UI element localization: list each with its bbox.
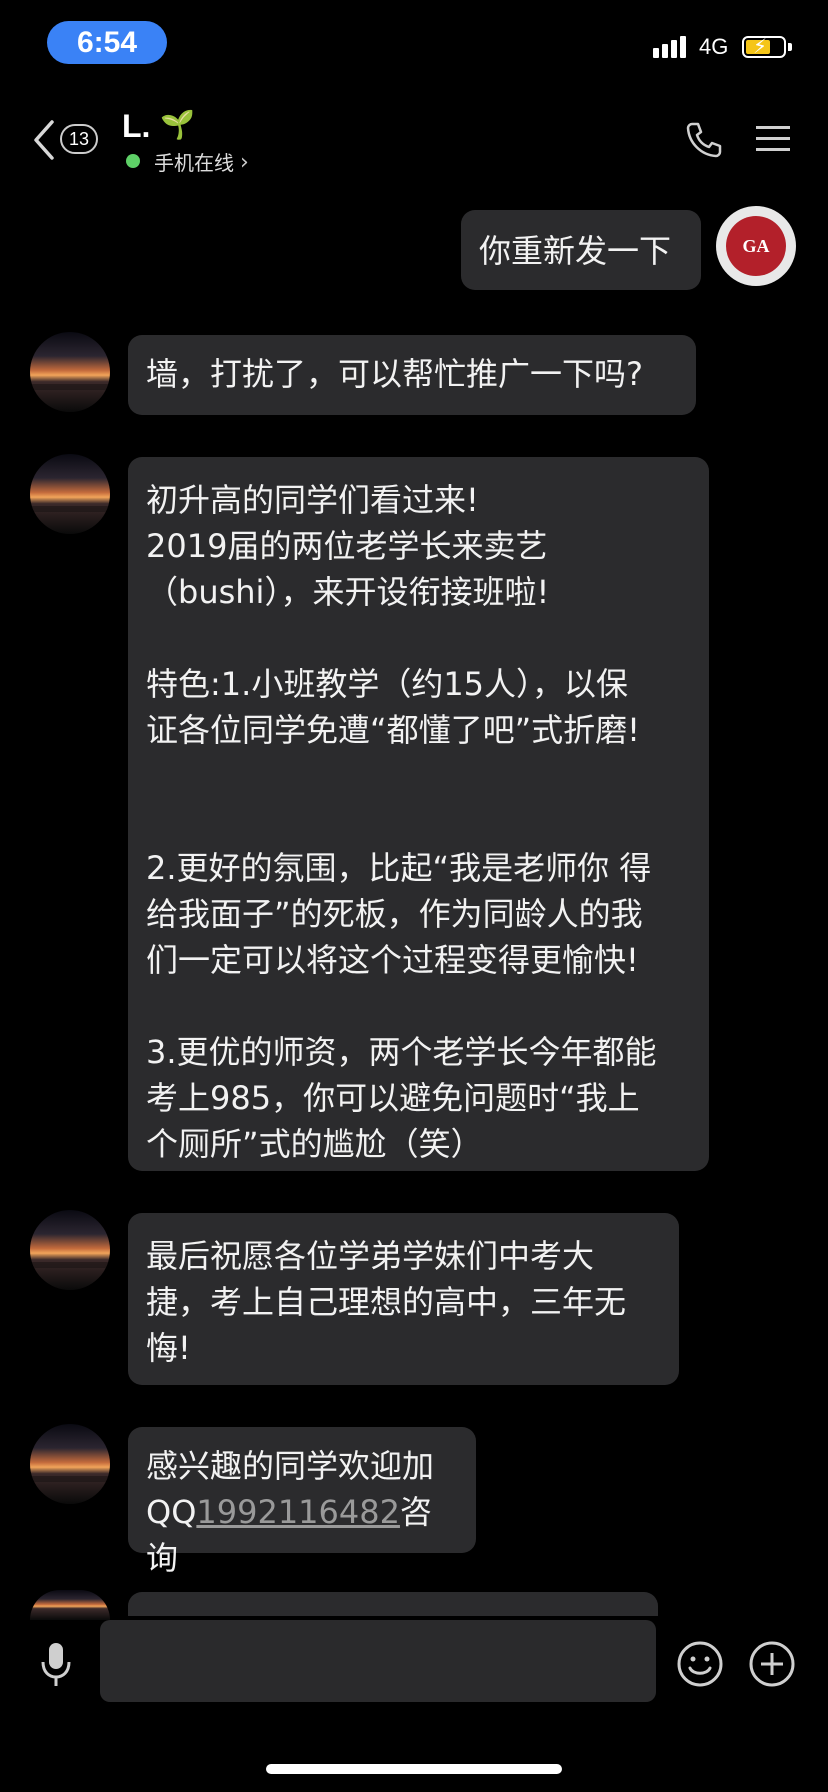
message-bubble-incoming[interactable]: 感兴趣的同学欢迎加 QQ1992116482咨询 — [128, 1427, 476, 1577]
contact-name[interactable]: L. — [122, 108, 150, 145]
qq-number-link[interactable]: 1992116482 — [196, 1493, 400, 1531]
message-bubble-outgoing[interactable]: 你重新发一下 — [461, 210, 701, 290]
contact-avatar[interactable] — [30, 454, 110, 534]
plus-icon[interactable] — [748, 1640, 796, 1688]
message-bubble-incoming[interactable]: 墙，打扰了，可以帮忙推广一下吗? — [128, 335, 696, 415]
menu-icon[interactable] — [756, 124, 790, 154]
battery-icon: ⚡ — [742, 34, 786, 58]
message-bubble-incoming[interactable]: 最后祝愿各位学弟学妹们中考大 捷，考上自己理想的高中，三年无 悔! — [128, 1213, 679, 1385]
contact-avatar[interactable] — [30, 1424, 110, 1504]
sprout-icon: 🌱 — [160, 108, 195, 141]
message-bubble-incoming[interactable]: 初升高的同学们看过来! 2019届的两位老学长来卖艺 （bushi），来开设衔接… — [128, 457, 709, 1171]
emoji-icon[interactable] — [676, 1640, 724, 1688]
status-time: 6:54 — [47, 21, 167, 64]
message-input[interactable] — [100, 1620, 656, 1702]
contact-avatar[interactable] — [30, 332, 110, 412]
my-avatar-logo: GA — [726, 216, 786, 276]
back-arrow-icon[interactable] — [30, 118, 58, 162]
contact-avatar[interactable] — [30, 1210, 110, 1290]
online-status-dot — [126, 154, 140, 168]
chevron-right-icon[interactable]: › — [240, 150, 249, 175]
network-type: 4G — [699, 34, 729, 59]
phone-icon[interactable] — [684, 120, 724, 160]
microphone-icon[interactable] — [36, 1640, 76, 1690]
signal-icon — [653, 36, 686, 58]
unread-count-badge[interactable]: 13 — [60, 124, 98, 154]
home-indicator[interactable] — [266, 1764, 562, 1774]
message-bubble-incoming — [128, 1592, 658, 1616]
online-status-text[interactable]: 手机在线 — [154, 147, 234, 176]
battery-cap — [788, 43, 792, 51]
contact-avatar — [30, 1590, 110, 1620]
my-avatar[interactable]: GA — [716, 206, 796, 286]
